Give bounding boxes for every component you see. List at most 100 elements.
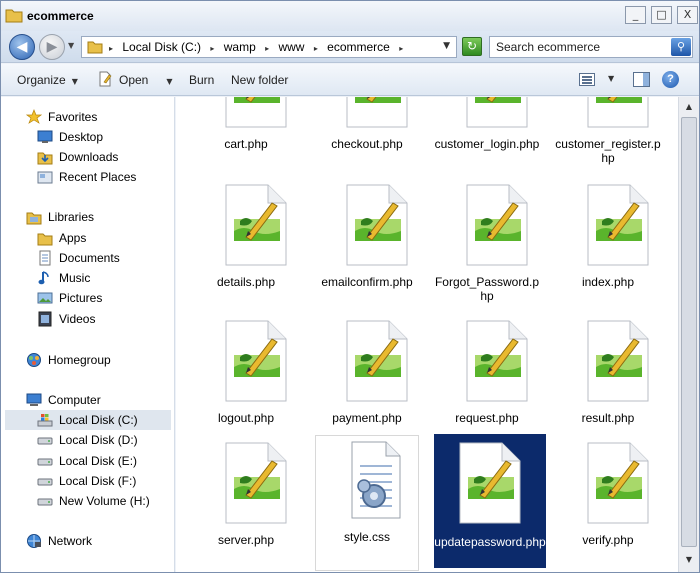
libraries-icon bbox=[26, 212, 42, 225]
breadcrumb-separator-icon[interactable]: ▸ bbox=[265, 44, 269, 53]
breadcrumb-separator-icon[interactable]: ▸ bbox=[210, 44, 214, 53]
scroll-up-icon[interactable]: ▲ bbox=[681, 99, 697, 115]
videos-icon bbox=[38, 311, 52, 327]
command-bar: Organize ▼ Open ▼ Burn New folder ▼ ? bbox=[1, 64, 699, 96]
open-button[interactable]: Open ▼ bbox=[119, 73, 173, 87]
breadcrumb-ecommerce[interactable]: ecommerce bbox=[327, 40, 390, 54]
file-item[interactable]: checkout.php bbox=[312, 97, 422, 179]
file-item[interactable]: logout.php bbox=[191, 317, 301, 453]
php-file-icon bbox=[466, 184, 528, 266]
file-name: result.php bbox=[581, 411, 635, 425]
windows-drive-icon bbox=[37, 414, 53, 427]
recent-places-icon bbox=[37, 171, 53, 184]
drive-icon bbox=[37, 498, 53, 506]
file-name: server.php bbox=[217, 533, 275, 547]
file-item[interactable]: customer_login.php bbox=[432, 97, 542, 179]
php-file-icon bbox=[587, 320, 649, 402]
computer-icon bbox=[26, 393, 42, 406]
file-name: logout.php bbox=[217, 411, 275, 425]
forward-button[interactable]: ▶ bbox=[39, 34, 65, 60]
nav-drive-c-label: Local Disk (C:) bbox=[59, 413, 138, 427]
nav-apps-label: Apps bbox=[59, 231, 87, 245]
vertical-scrollbar[interactable]: ▲ ▼ bbox=[678, 97, 699, 572]
address-bar[interactable]: ▸ Local Disk (C:) ▸ wamp ▸ www ▸ ecommer… bbox=[81, 36, 457, 58]
minimize-button[interactable]: _ bbox=[625, 6, 646, 24]
address-dropdown-icon[interactable]: ▼ bbox=[443, 41, 450, 51]
breadcrumb-www[interactable]: www bbox=[278, 40, 304, 54]
file-item[interactable]: cart.php bbox=[191, 97, 301, 179]
file-name: index.php bbox=[581, 275, 635, 289]
nav-libraries-label: Libraries bbox=[48, 210, 95, 224]
nav-homegroup-label: Homegroup bbox=[48, 353, 111, 367]
nav-videos-label: Videos bbox=[59, 312, 96, 326]
nav-favorites-label: Favorites bbox=[48, 110, 98, 124]
file-item-selected[interactable]: updatepassword.php bbox=[434, 434, 546, 568]
organize-label: Organize bbox=[17, 73, 66, 87]
burn-button[interactable]: Burn bbox=[189, 73, 214, 87]
file-name: request.php bbox=[455, 411, 519, 425]
php-file-icon bbox=[587, 184, 649, 266]
organize-button[interactable]: Organize ▼ bbox=[17, 73, 78, 87]
file-item[interactable]: verify.php bbox=[553, 439, 663, 572]
breadcrumb-separator-icon[interactable]: ▸ bbox=[314, 44, 318, 53]
nav-drive-h-label: New Volume (H:) bbox=[59, 494, 150, 508]
php-file-icon bbox=[466, 97, 528, 128]
new-folder-button[interactable]: New folder bbox=[231, 73, 288, 87]
search-input[interactable] bbox=[490, 37, 666, 57]
view-options-dropdown-icon[interactable]: ▼ bbox=[608, 74, 614, 83]
file-item[interactable]: style.css bbox=[315, 435, 419, 571]
close-button[interactable]: X bbox=[677, 6, 698, 24]
window-title: ecommerce bbox=[27, 9, 94, 23]
help-icon[interactable]: ? bbox=[662, 71, 679, 88]
php-file-icon bbox=[346, 184, 408, 266]
nav-drive-f-label: Local Disk (F:) bbox=[59, 474, 137, 488]
chevron-down-icon: ▼ bbox=[71, 77, 78, 86]
file-item[interactable]: request.php bbox=[432, 317, 542, 453]
folder-icon bbox=[87, 41, 103, 54]
open-file-icon bbox=[99, 71, 112, 87]
php-file-icon bbox=[225, 97, 287, 128]
change-view-icon[interactable] bbox=[579, 73, 595, 86]
file-item[interactable]: Forgot_Password.php bbox=[432, 181, 542, 317]
open-label: Open bbox=[119, 73, 149, 87]
php-file-icon bbox=[225, 184, 287, 266]
file-item[interactable]: details.php bbox=[191, 181, 301, 317]
refresh-button[interactable]: ↻ bbox=[462, 37, 482, 56]
drive-icon bbox=[37, 437, 53, 445]
file-name: emailconfirm.php bbox=[321, 275, 413, 289]
file-name: customer_login.php bbox=[434, 137, 540, 151]
search-icon[interactable]: ⚲ bbox=[671, 38, 691, 56]
file-item[interactable]: server.php bbox=[191, 439, 301, 572]
nav-downloads-label: Downloads bbox=[59, 150, 119, 164]
file-name: customer_register.php bbox=[555, 137, 661, 165]
php-file-icon bbox=[225, 320, 287, 402]
file-name: details.php bbox=[216, 275, 276, 289]
search-box[interactable]: ⚲ bbox=[489, 36, 693, 58]
preview-pane-icon[interactable] bbox=[633, 72, 650, 87]
file-name: updatepassword.php bbox=[434, 535, 546, 549]
pictures-icon bbox=[37, 292, 53, 304]
nav-drive-c[interactable]: Local Disk (C:) bbox=[5, 410, 171, 430]
back-button[interactable]: ◀ bbox=[9, 34, 35, 60]
nav-documents-label: Documents bbox=[59, 251, 120, 265]
file-item[interactable]: customer_register.php bbox=[553, 97, 663, 179]
file-item[interactable]: result.php bbox=[553, 317, 663, 453]
breadcrumb-wamp[interactable]: wamp bbox=[224, 40, 256, 54]
recent-pages-dropdown-icon[interactable]: ▼ bbox=[68, 41, 74, 50]
maximize-button[interactable]: □ bbox=[651, 6, 672, 24]
music-icon bbox=[38, 271, 49, 285]
file-name: style.css bbox=[343, 530, 390, 544]
homegroup-icon bbox=[27, 353, 41, 367]
file-item[interactable]: payment.php bbox=[312, 317, 422, 453]
php-file-icon bbox=[225, 442, 287, 524]
file-item[interactable]: index.php bbox=[553, 181, 663, 317]
breadcrumb-separator-icon[interactable]: ▸ bbox=[109, 44, 113, 53]
title-bar[interactable]: ecommerce _ □ X bbox=[1, 1, 699, 31]
scrollbar-thumb[interactable] bbox=[681, 117, 697, 547]
network-icon bbox=[27, 534, 41, 548]
breadcrumb-separator-icon[interactable]: ▸ bbox=[399, 44, 403, 53]
file-item[interactable]: emailconfirm.php bbox=[312, 181, 422, 317]
drive-icon bbox=[37, 478, 53, 486]
breadcrumb-local-disk[interactable]: Local Disk (C:) bbox=[122, 40, 201, 54]
scroll-down-icon[interactable]: ▼ bbox=[681, 552, 697, 568]
